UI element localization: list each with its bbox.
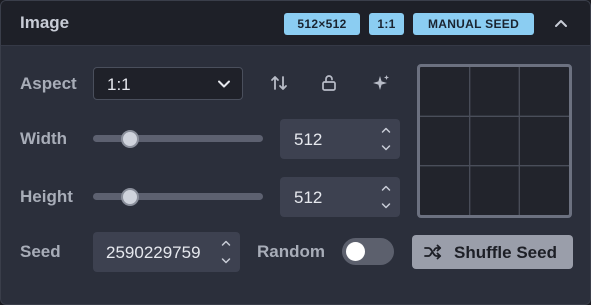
shuffle-seed-button[interactable]: Shuffle Seed <box>412 235 573 269</box>
width-label: Width <box>20 129 68 148</box>
height-slider[interactable] <box>93 193 263 200</box>
decrement-icon[interactable] <box>380 200 392 212</box>
aspect-preview-grid <box>417 64 572 218</box>
aspect-select-value: 1:1 <box>107 75 131 94</box>
height-label: Height <box>20 187 73 206</box>
width-input[interactable]: 512 <box>280 119 400 159</box>
unlock-icon[interactable] <box>319 73 339 93</box>
section-header[interactable]: Image 512×512 1:1 MANUAL SEED <box>1 1 590 46</box>
decrement-icon[interactable] <box>220 255 232 267</box>
chevron-up-icon[interactable] <box>549 12 573 36</box>
increment-icon[interactable] <box>380 124 392 136</box>
seed-label: Seed <box>20 242 61 261</box>
width-value: 512 <box>294 130 323 149</box>
height-input[interactable]: 512 <box>280 177 400 217</box>
increment-icon[interactable] <box>380 182 392 194</box>
shuffle-seed-label: Shuffle Seed <box>454 243 557 262</box>
seed-value: 2590229759 <box>106 243 201 262</box>
width-slider-thumb[interactable] <box>121 130 140 148</box>
seed-mode-badge: MANUAL SEED <box>413 13 534 35</box>
random-toggle[interactable] <box>342 238 394 265</box>
sparkle-icon[interactable] <box>371 73 391 93</box>
section-title: Image <box>20 13 70 32</box>
random-toggle-knob <box>346 242 365 261</box>
ratio-badge: 1:1 <box>369 13 404 35</box>
decrement-icon[interactable] <box>380 142 392 154</box>
chevron-down-icon <box>218 80 230 88</box>
image-settings-panel: Image 512×512 1:1 MANUAL SEED Aspect 1:1… <box>0 0 591 305</box>
height-value: 512 <box>294 188 323 207</box>
seed-input[interactable]: 2590229759 <box>93 232 240 272</box>
increment-icon[interactable] <box>220 237 232 249</box>
width-slider[interactable] <box>93 135 263 142</box>
height-slider-thumb[interactable] <box>121 188 140 206</box>
aspect-label: Aspect <box>20 74 77 93</box>
random-label: Random <box>257 242 325 261</box>
swap-vertical-icon[interactable] <box>269 73 289 93</box>
aspect-select[interactable]: 1:1 <box>93 67 243 100</box>
size-badge: 512×512 <box>284 13 360 35</box>
shuffle-icon <box>424 244 442 260</box>
